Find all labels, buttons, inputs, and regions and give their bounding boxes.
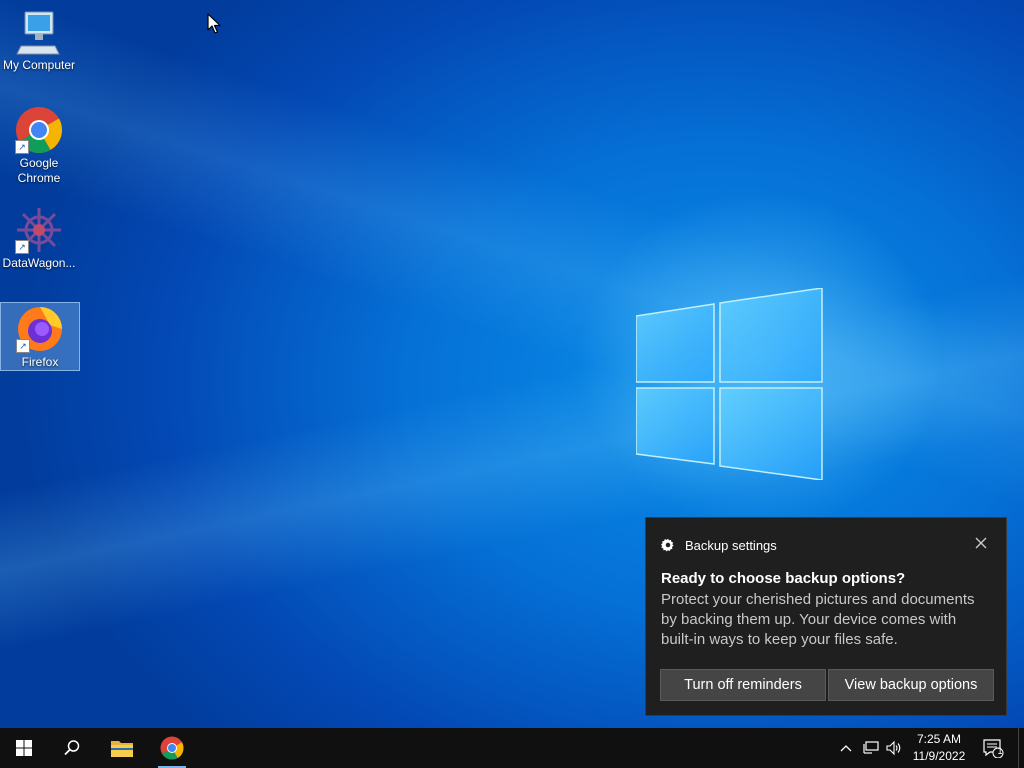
turn-off-reminders-button[interactable]: Turn off reminders xyxy=(660,669,826,701)
desktop-icon-label-line2: Chrome xyxy=(17,171,61,185)
firefox-icon: ↗ xyxy=(16,305,64,353)
computer-icon xyxy=(15,8,63,56)
show-hidden-icons-button[interactable] xyxy=(836,728,856,768)
chrome-icon: ↗ xyxy=(15,106,63,154)
toast-title: Ready to choose backup options? xyxy=(661,570,906,587)
datawagon-icon: ↗ xyxy=(15,206,63,254)
action-center-button[interactable]: 1 xyxy=(978,728,1008,768)
gear-icon xyxy=(661,538,674,552)
taskbar-file-explorer[interactable] xyxy=(98,728,146,768)
shortcut-arrow-icon: ↗ xyxy=(15,240,29,254)
taskbar: 7:25 AM 11/9/2022 1 xyxy=(0,728,1024,768)
toast-header: Backup settings xyxy=(661,536,777,554)
clock-time: 7:25 AM xyxy=(916,732,962,746)
volume-icon xyxy=(886,741,901,755)
show-desktop-button[interactable] xyxy=(1018,728,1024,768)
search-button[interactable] xyxy=(48,728,96,768)
chevron-up-icon xyxy=(840,745,852,752)
desktop-icon-label: Firefox xyxy=(21,355,59,369)
network-tray-button[interactable] xyxy=(860,728,882,768)
shortcut-arrow-icon: ↗ xyxy=(15,140,29,154)
network-icon xyxy=(863,741,879,754)
desktop-icon-firefox[interactable]: ↗ Firefox xyxy=(0,302,80,371)
windows-wallpaper-logo xyxy=(636,288,823,480)
close-icon[interactable] xyxy=(974,536,988,550)
shortcut-arrow-icon: ↗ xyxy=(16,339,30,353)
desktop-icon-google-chrome[interactable]: ↗ Google Chrome xyxy=(0,106,78,186)
chrome-icon xyxy=(160,736,184,760)
start-button[interactable] xyxy=(0,728,48,768)
windows-start-icon xyxy=(16,740,32,756)
desktop-icon-label: My Computer xyxy=(2,58,76,72)
file-explorer-icon xyxy=(111,741,133,757)
search-icon xyxy=(64,740,80,756)
volume-tray-button[interactable] xyxy=(884,728,904,768)
mouse-cursor-icon xyxy=(207,13,221,34)
desktop-icon-my-computer[interactable]: My Computer xyxy=(0,8,78,73)
toast-app-name: Backup settings xyxy=(685,537,777,553)
notification-count-badge: 1 xyxy=(997,746,1003,756)
clock-date: 11/9/2022 xyxy=(912,749,966,763)
desktop-icon-label: DataWagon... xyxy=(2,256,76,270)
taskbar-clock[interactable]: 7:25 AM 11/9/2022 xyxy=(906,731,972,765)
toast-body: Protect your cherished pictures and docu… xyxy=(661,591,975,648)
taskbar-chrome[interactable] xyxy=(148,728,196,768)
view-backup-options-button[interactable]: View backup options xyxy=(828,669,994,701)
desktop-icon-label: Google xyxy=(19,156,59,170)
backup-notification-toast[interactable]: Backup settings Ready to choose backup o… xyxy=(645,517,1007,716)
desktop-icon-datawagon[interactable]: ↗ DataWagon... xyxy=(0,206,78,271)
